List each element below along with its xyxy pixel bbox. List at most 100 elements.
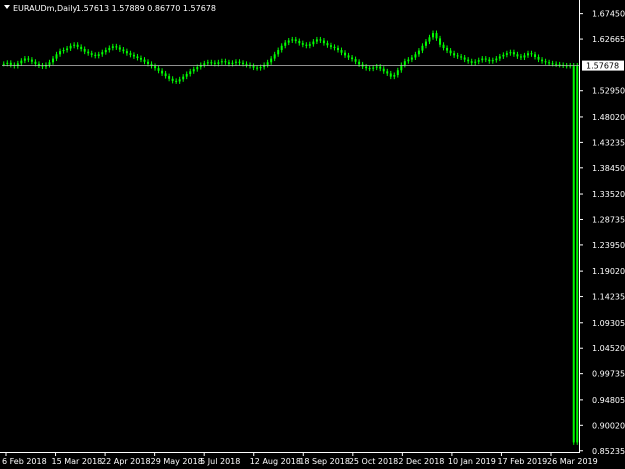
y-tick-label: 0.85235 (592, 447, 625, 456)
candle-body (231, 62, 234, 64)
candle-body (20, 60, 23, 64)
candle-body (312, 41, 315, 45)
candle-body (277, 50, 280, 55)
candle-body (196, 67, 199, 70)
candle-body (519, 56, 522, 58)
price-chart[interactable]: 1.67450 1.62665 1.57678 1.52950 1.48020 1.432… (0, 0, 625, 469)
candle-body (136, 56, 139, 59)
candle-body (308, 44, 311, 46)
x-tick-label: 17 Feb 2019 (497, 457, 547, 466)
x-tick-label: 25 Oct 2018 (349, 457, 398, 466)
candle-body (108, 47, 111, 51)
candle-body (154, 66, 157, 69)
candle-body (2, 63, 5, 65)
candle-body (83, 48, 86, 52)
y-tick-label: 1.38450 (592, 164, 625, 173)
candle-body (129, 53, 132, 55)
candle-body (287, 40, 290, 43)
candle-body (375, 66, 378, 68)
candle-body (66, 48, 69, 51)
chart-ohlc-readout: 1.57613 1.57889 0.86770 1.57678 (76, 4, 216, 13)
chart-header: EURAUDm,Daily 1.57613 1.57889 0.86770 1.… (4, 4, 216, 13)
candle-body (157, 68, 160, 71)
candle-body (132, 54, 135, 57)
candle-body (340, 50, 343, 53)
candle-body (182, 76, 185, 80)
y-tick-label: 0.90020 (592, 421, 625, 430)
candle-body (488, 59, 491, 62)
candle-body (407, 59, 410, 62)
candle-body (491, 60, 494, 62)
y-tick-label: 1.19020 (592, 267, 625, 276)
candle-body (34, 61, 37, 64)
candle-body (354, 59, 357, 62)
candle-body (414, 54, 417, 58)
candle-body (502, 54, 505, 57)
chart-canvas[interactable]: 1.67450 1.62665 1.57678 1.52950 1.48020 1.432… (0, 0, 625, 469)
candle-body (291, 39, 294, 41)
chart-symbol-label: EURAUDm,Daily (13, 4, 77, 13)
candle-body (301, 43, 304, 45)
candle-body (526, 53, 529, 56)
candle-body (294, 39, 297, 42)
candle-body (315, 39, 318, 42)
candle-body (470, 61, 473, 63)
candle-body (104, 50, 107, 53)
x-tick-label: 26 Mar 2019 (547, 457, 598, 466)
candle-body (386, 71, 389, 74)
candle-body (460, 56, 463, 58)
candle-body (227, 62, 230, 64)
candle-body (210, 62, 213, 64)
candle-body (417, 50, 420, 55)
candle-body (139, 58, 142, 60)
candle-body (59, 51, 62, 55)
candle-body (171, 78, 174, 81)
candle-body (498, 56, 501, 59)
candle-body (347, 55, 350, 58)
candle-body (6, 62, 9, 64)
candle-body (446, 47, 449, 51)
candle-body (523, 55, 526, 58)
candle-body (111, 46, 114, 48)
candle-body (189, 71, 192, 74)
y-tick-label: 0.94805 (592, 396, 625, 405)
candle-body (259, 67, 262, 69)
candle-body (175, 80, 178, 82)
candle-body (168, 76, 171, 79)
candle-body (284, 42, 287, 46)
candle-body (178, 79, 181, 82)
candle-body (185, 73, 188, 77)
candle-body (474, 61, 477, 63)
candle-body (192, 69, 195, 72)
candle-body (463, 57, 466, 60)
y-tick-label: 1.23950 (592, 241, 625, 250)
candle-body (217, 62, 220, 64)
x-tick-label: 15 Mar 2018 (52, 457, 103, 466)
candle-body (484, 58, 487, 60)
candle-body (421, 45, 424, 51)
candle-body (382, 68, 385, 72)
candle-body (548, 62, 551, 64)
x-tick-label: 29 May 2018 (151, 457, 203, 466)
y-tick-label: 1.04520 (592, 344, 625, 353)
candle-body (213, 62, 216, 64)
candle-body (147, 61, 150, 64)
candle-body (270, 58, 273, 63)
candle-body (76, 44, 79, 47)
candle-body (403, 61, 406, 65)
candle-body (245, 63, 248, 65)
candle-body (80, 46, 83, 49)
candle-body (319, 39, 322, 41)
candle-body (544, 61, 547, 63)
y-tick-label: 1.33520 (592, 190, 625, 199)
candle-body (206, 62, 209, 64)
candle-body (358, 61, 361, 65)
last-price-label: 1.57678 (586, 62, 619, 71)
x-tick-label: 18 Sep 2018 (299, 457, 350, 466)
y-tick-label: 1.62665 (592, 35, 625, 44)
candle-body (477, 60, 480, 62)
candle-body (273, 54, 276, 59)
y-tick-label: 1.14235 (592, 293, 625, 302)
candle-body (97, 54, 100, 56)
candle-body (30, 59, 33, 62)
